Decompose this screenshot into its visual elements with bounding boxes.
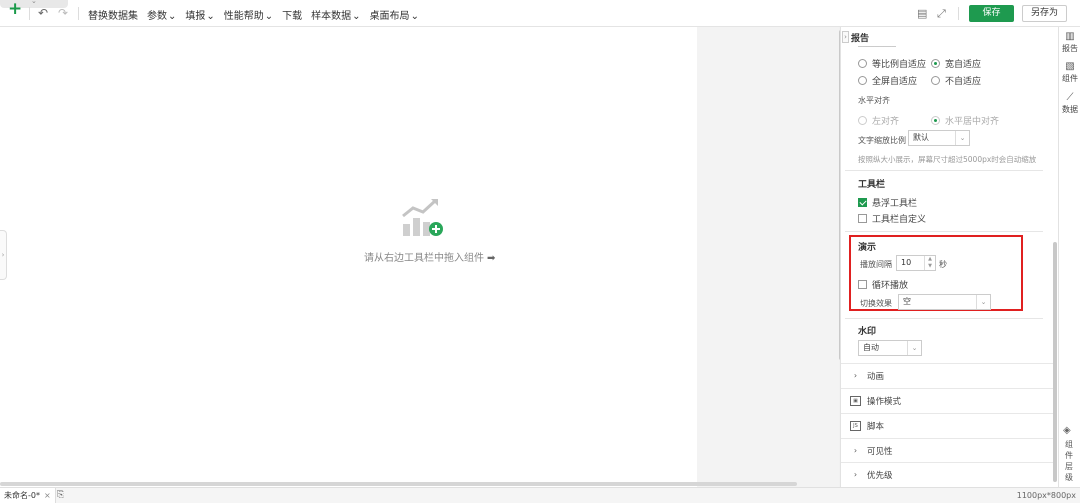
top-toolbar: ⌄ + ↶ ↷ 替换数据集 参数⌄ 填报⌄ 性能帮助⌄ 下载 样本数据⌄ 桌面布… bbox=[0, 0, 1080, 27]
chevron-down-icon: ⌄ bbox=[264, 11, 274, 22]
status-bar: 未命名-0* × ⎘ 1100px*800px bbox=[0, 487, 1080, 503]
chevron-down-icon: ⌄ bbox=[31, 0, 37, 5]
custom-toolbar-checkbox[interactable]: 工具栏自定义 bbox=[858, 212, 926, 225]
right-sidebar: ▥ 报告 ▧ 组件 ⟋ 数据 bbox=[1058, 27, 1080, 487]
report-icon: ▥ bbox=[1065, 31, 1075, 42]
menu-params[interactable]: 参数⌄ bbox=[147, 7, 176, 22]
text-scale-label: 文字缩放比例 bbox=[858, 136, 906, 145]
panel-inner-scrollbar[interactable] bbox=[1053, 242, 1057, 482]
divider bbox=[29, 7, 30, 20]
chevron-down-icon: ⌄ bbox=[976, 295, 990, 309]
radio-proportional[interactable]: 等比例自适应 bbox=[858, 57, 926, 70]
add-icon[interactable]: + bbox=[8, 1, 22, 18]
h-align-title: 水平对齐 bbox=[858, 96, 890, 105]
menu-bar: 替换数据集 参数⌄ 填报⌄ 性能帮助⌄ 下载 样本数据⌄ 桌面布局⌄ bbox=[88, 7, 419, 22]
sidebar-item-report[interactable]: ▥ 报告 bbox=[1059, 31, 1080, 54]
report-canvas[interactable]: › bbox=[0, 27, 697, 487]
radio-width-adaptive[interactable]: 宽自适应 bbox=[931, 57, 981, 70]
menu-desktop-layout[interactable]: 桌面布局⌄ bbox=[370, 7, 419, 22]
interval-stepper[interactable]: 10 ▲ ▼ bbox=[896, 255, 936, 271]
mode-icon: ▣ bbox=[850, 395, 861, 406]
demo-section-title: 演示 bbox=[858, 243, 877, 253]
scale-label-cut: ───────── bbox=[858, 43, 896, 48]
chevron-down-icon: ⌄ bbox=[410, 11, 419, 22]
sidebar-item-widget[interactable]: ▧ 组件 bbox=[1059, 61, 1080, 84]
divider bbox=[845, 231, 1043, 232]
chevron-down-icon: ⌄ bbox=[955, 131, 969, 145]
divider bbox=[78, 7, 79, 20]
operation-mode-row[interactable]: ▣ 操作模式 bbox=[841, 388, 1053, 412]
layers-icon[interactable]: ◈ bbox=[1063, 425, 1071, 436]
radio-button[interactable] bbox=[858, 116, 867, 125]
save-as-button[interactable]: 另存为 bbox=[1022, 5, 1067, 22]
radio-fullscreen[interactable]: 全屏自适应 bbox=[858, 74, 917, 87]
panel-collapse-icon[interactable]: › bbox=[842, 31, 849, 43]
chevron-down-icon: ⌄ bbox=[206, 11, 215, 22]
chevron-right-icon: › bbox=[853, 370, 858, 380]
chevron-down-icon: ⌄ bbox=[907, 341, 921, 355]
radio-align-left[interactable]: 左对齐 bbox=[858, 114, 899, 127]
menu-fill[interactable]: 填报⌄ bbox=[185, 7, 214, 22]
divider bbox=[958, 7, 959, 20]
interval-label: 播放间隔 bbox=[860, 260, 892, 269]
layers-label[interactable]: 组件层级 bbox=[1064, 439, 1074, 483]
canvas-h-scrollbar[interactable] bbox=[0, 482, 797, 486]
document-tab[interactable]: 未命名-0* × bbox=[0, 488, 56, 503]
empty-canvas-hint: 请从右边工具栏中拖入组件 ➡ bbox=[364, 253, 496, 264]
close-icon[interactable]: × bbox=[44, 491, 51, 500]
effect-select[interactable]: 空 ⌄ bbox=[898, 294, 991, 310]
script-row[interactable]: JS 脚本 bbox=[841, 413, 1053, 437]
canvas-gutter bbox=[697, 27, 840, 487]
stepper-arrows-icon[interactable]: ▲ ▼ bbox=[924, 256, 935, 270]
watermark-title: 水印 bbox=[858, 327, 877, 337]
checkbox[interactable] bbox=[858, 198, 867, 207]
loop-play-checkbox[interactable]: 循环播放 bbox=[858, 278, 908, 291]
divider bbox=[845, 170, 1043, 171]
canvas-size: 1100px*800px bbox=[1016, 491, 1076, 500]
radio-button[interactable] bbox=[931, 59, 940, 68]
left-panel-expand-handle[interactable]: › bbox=[0, 230, 7, 280]
js-icon: JS bbox=[850, 420, 861, 431]
checkbox[interactable] bbox=[858, 280, 867, 289]
effect-label: 切换效果 bbox=[860, 299, 892, 308]
fullscreen-icon[interactable]: ⤢ bbox=[937, 7, 946, 21]
data-icon: ⟋ bbox=[1066, 92, 1074, 103]
menu-download[interactable]: 下载 bbox=[282, 7, 302, 22]
save-button[interactable]: 保存 bbox=[969, 5, 1014, 22]
visibility-row[interactable]: › 可见性 bbox=[841, 438, 1053, 462]
new-document-icon[interactable]: ⎘ bbox=[57, 490, 64, 500]
radio-button[interactable] bbox=[931, 76, 940, 85]
chevron-right-icon: › bbox=[853, 469, 858, 479]
radio-button[interactable] bbox=[858, 59, 867, 68]
chart-add-icon bbox=[402, 199, 443, 236]
chevron-down-icon: ⌄ bbox=[352, 11, 361, 22]
menu-sample-data[interactable]: 样本数据⌄ bbox=[311, 7, 360, 22]
text-scale-select[interactable]: 默认 ⌄ bbox=[908, 130, 970, 146]
animation-row[interactable]: › 动画 bbox=[841, 363, 1053, 387]
redo-icon[interactable]: ↷ bbox=[58, 6, 68, 20]
toolbar-section-title: 工具栏 bbox=[858, 180, 886, 190]
scale-hint: 按照纵大小展示，屏幕尺寸超过5000px时会自动缩放 bbox=[858, 155, 1037, 164]
menu-performance-help[interactable]: 性能帮助⌄ bbox=[224, 7, 273, 22]
radio-align-center[interactable]: 水平居中对齐 bbox=[931, 114, 999, 127]
preview-icon[interactable]: ▤ bbox=[917, 7, 927, 20]
radio-button[interactable] bbox=[858, 76, 867, 85]
chevron-right-icon: › bbox=[853, 445, 858, 455]
radio-no-adaptive[interactable]: 不自适应 bbox=[931, 74, 981, 87]
menu-replace-dataset[interactable]: 替换数据集 bbox=[88, 7, 138, 22]
chevron-down-icon: ⌄ bbox=[168, 11, 177, 22]
interval-unit: 秒 bbox=[939, 260, 947, 269]
floating-toolbar-checkbox[interactable]: 悬浮工具栏 bbox=[858, 196, 917, 209]
widget-icon: ▧ bbox=[1065, 61, 1075, 72]
radio-button[interactable] bbox=[931, 116, 940, 125]
priority-row[interactable]: › 优先级 bbox=[841, 462, 1053, 486]
divider bbox=[845, 318, 1043, 319]
sidebar-item-data[interactable]: ⟋ 数据 bbox=[1059, 92, 1080, 115]
watermark-select[interactable]: 自动 ⌄ bbox=[858, 340, 922, 356]
checkbox[interactable] bbox=[858, 214, 867, 223]
arrow-right-icon: ➡ bbox=[487, 253, 496, 264]
undo-icon[interactable]: ↶ bbox=[38, 6, 48, 20]
